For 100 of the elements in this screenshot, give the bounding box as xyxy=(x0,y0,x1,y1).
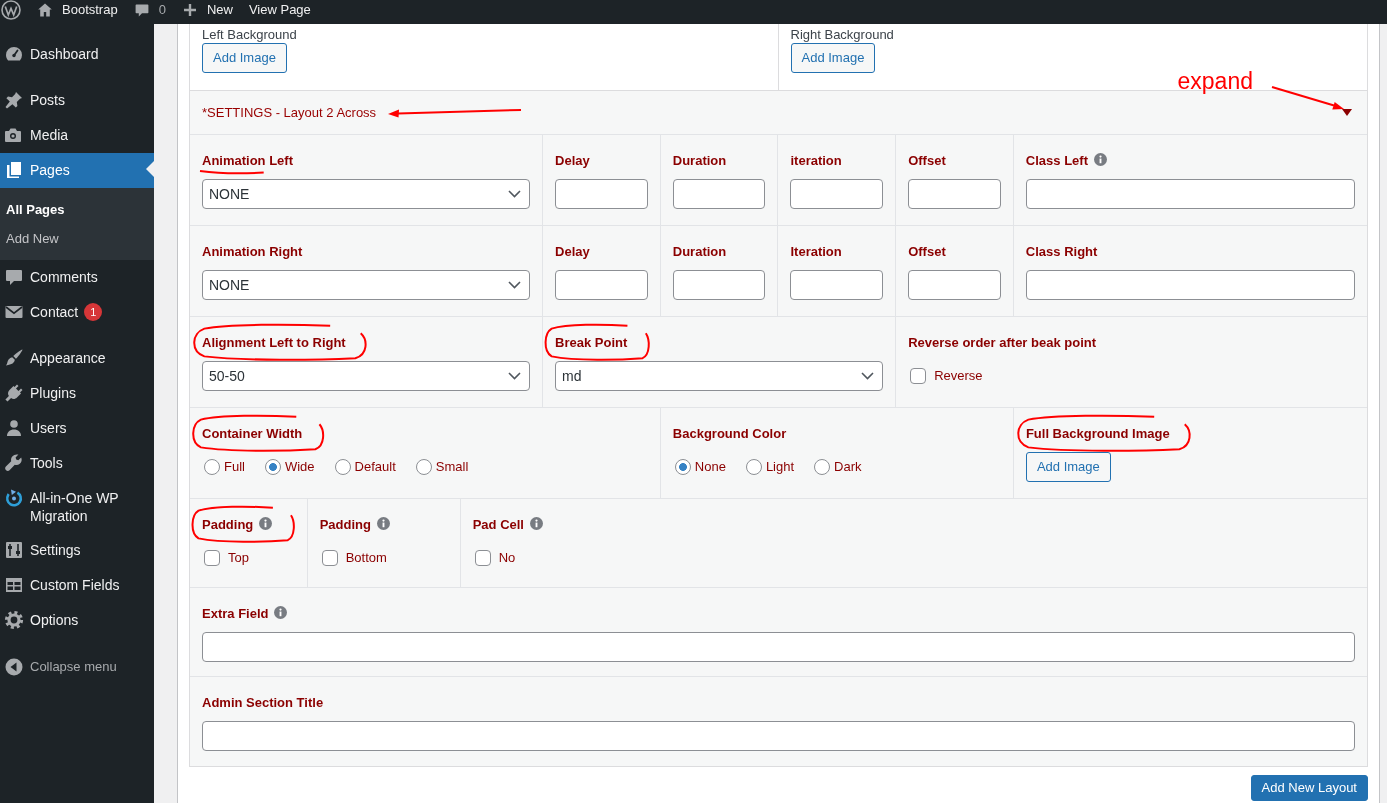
select-field[interactable]: md xyxy=(555,361,884,391)
text-field[interactable] xyxy=(908,270,1001,300)
checkbox[interactable] xyxy=(321,550,338,566)
documents-icon xyxy=(4,160,24,180)
radio-button[interactable] xyxy=(814,459,831,475)
sidebar-item[interactable]: Posts xyxy=(0,83,154,118)
select-field[interactable]: NONE xyxy=(202,270,531,300)
field-label: Duration xyxy=(672,243,727,261)
chevron-down-icon xyxy=(508,190,522,198)
select-field[interactable]: NONE xyxy=(202,179,531,209)
sidebar-item[interactable]: Media xyxy=(0,118,154,153)
field-label: iteration xyxy=(790,152,842,170)
comments-link[interactable]: 0 xyxy=(125,0,174,19)
sidebar-item[interactable]: Comments xyxy=(0,260,154,295)
plus-icon xyxy=(181,1,198,18)
text-field[interactable] xyxy=(202,721,1355,751)
radio-button[interactable] xyxy=(204,459,220,475)
add-image-button[interactable]: Add Image xyxy=(1025,452,1111,482)
text-field[interactable] xyxy=(908,179,1001,209)
field-label: Background Color xyxy=(672,425,787,443)
caret-down-icon[interactable] xyxy=(1342,109,1352,116)
field-label: Reverse order after beak point xyxy=(908,334,1097,352)
count-badge: 1 xyxy=(84,303,103,321)
plug-icon xyxy=(4,383,24,403)
submenu-item[interactable]: Add New xyxy=(0,224,154,253)
text-field[interactable] xyxy=(202,632,1355,662)
table-icon xyxy=(4,575,24,595)
submenu-item[interactable]: All Pages xyxy=(0,195,154,224)
radio-button[interactable] xyxy=(334,459,351,475)
text-field[interactable] xyxy=(790,270,884,300)
sidebar-item[interactable]: Custom Fields xyxy=(0,568,154,603)
radio-label: Dark xyxy=(834,458,862,476)
field-label: Duration xyxy=(672,152,727,170)
field-label: Offset xyxy=(908,243,946,261)
collapse-menu-button[interactable]: Collapse menu xyxy=(0,649,154,685)
radio-button[interactable] xyxy=(745,459,762,475)
text-field[interactable] xyxy=(1025,270,1355,300)
field-label: Class Right xyxy=(1025,243,1098,261)
paintbrush-icon xyxy=(4,348,24,368)
sidebar-item[interactable]: Settings xyxy=(0,533,154,568)
add-image-button[interactable]: Add Image xyxy=(202,43,287,73)
text-field[interactable] xyxy=(672,270,766,300)
sidebar-item[interactable]: Options xyxy=(0,603,154,638)
field-label: Container Width xyxy=(202,425,303,443)
view-page-link[interactable]: View Page xyxy=(240,0,319,19)
field-label: Padding xyxy=(202,516,254,534)
arrow-left-circle-icon xyxy=(4,657,24,677)
sidebar-item[interactable]: Plugins xyxy=(0,376,154,411)
radio-label: Light xyxy=(765,458,795,476)
radio-button[interactable] xyxy=(674,459,691,475)
field-label: Iteration xyxy=(790,243,842,261)
field-label: Delay xyxy=(555,243,590,261)
gear-icon xyxy=(4,610,24,630)
text-field[interactable] xyxy=(790,179,884,209)
new-link[interactable]: New xyxy=(173,0,241,19)
radio-label: Full xyxy=(224,458,245,476)
radio-button[interactable] xyxy=(264,459,281,475)
field-label: Class Left xyxy=(1025,152,1088,170)
checkbox[interactable] xyxy=(910,368,927,384)
field-label: Pad Cell xyxy=(472,516,524,534)
field-label: Full Background Image xyxy=(1025,425,1170,443)
home-icon xyxy=(37,1,53,18)
radio-label: None xyxy=(694,458,726,476)
text-field[interactable] xyxy=(672,179,766,209)
field-label: Right Background xyxy=(790,26,894,43)
checkbox[interactable] xyxy=(204,550,220,566)
sidebar-item[interactable]: All-in-One WP Migration xyxy=(0,481,154,533)
text-field[interactable] xyxy=(1025,179,1355,209)
field-label: Break Point xyxy=(555,334,628,352)
select-field[interactable]: 50-50 xyxy=(202,361,531,391)
sidebar-item[interactable]: Users xyxy=(0,411,154,446)
checkbox-label: Reverse xyxy=(934,367,983,385)
radio-label: Default xyxy=(354,458,396,476)
field-label: Admin Section Title xyxy=(202,694,324,712)
checkbox-label: Bottom xyxy=(345,549,387,567)
field-label: Alignment Left to Right xyxy=(202,334,346,352)
radio-label: Small xyxy=(435,458,469,476)
chevron-down-icon xyxy=(508,372,522,380)
logo-icon[interactable] xyxy=(1,0,21,20)
wrench-icon xyxy=(4,453,24,473)
section-title: *SETTINGS - Layout 2 Across xyxy=(202,103,377,122)
sidebar-item[interactable]: Contact 1 xyxy=(0,295,154,330)
add-image-button[interactable]: Add Image xyxy=(790,43,876,73)
pushpin-icon xyxy=(4,90,24,110)
field-label: Left Background xyxy=(202,26,297,43)
speech-bubble-icon xyxy=(4,267,24,287)
field-label: Padding xyxy=(319,516,371,534)
add-layout-button[interactable]: Add New Layout xyxy=(1250,775,1368,801)
sidebar-item[interactable]: Dashboard xyxy=(0,37,154,72)
checkbox-label: Top xyxy=(228,549,249,567)
field-label: Animation Right xyxy=(202,243,303,261)
text-field[interactable] xyxy=(555,179,648,209)
sidebar-item[interactable]: Tools xyxy=(0,446,154,481)
sidebar-item[interactable]: Appearance xyxy=(0,341,154,376)
sidebar-item[interactable]: Pages xyxy=(0,153,154,188)
site-name-link[interactable]: Bootstrap xyxy=(29,0,126,19)
text-field[interactable] xyxy=(555,270,648,300)
radio-button[interactable] xyxy=(415,459,432,475)
checkbox-label: No xyxy=(498,549,516,567)
checkbox[interactable] xyxy=(474,550,491,566)
